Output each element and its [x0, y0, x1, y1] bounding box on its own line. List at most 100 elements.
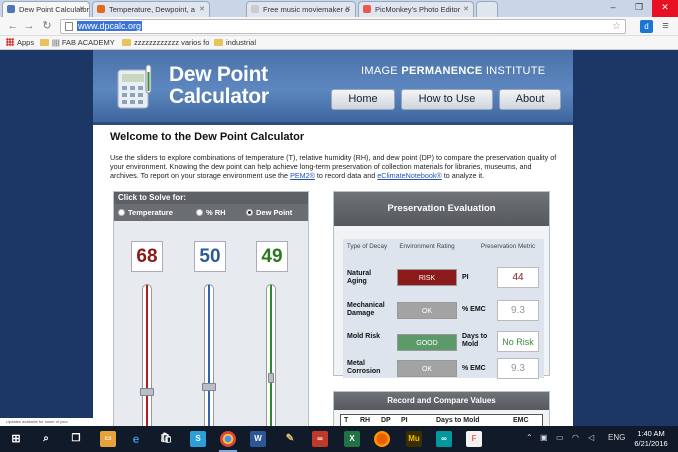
arduino-icon[interactable]: ∞	[436, 431, 452, 447]
address-bar[interactable]: www.dpcalc.org ☆	[60, 19, 626, 34]
firefox-icon[interactable]	[374, 431, 390, 447]
update-notification[interactable]: Updates available for some of your	[0, 418, 93, 426]
chrome-icon[interactable]	[220, 431, 236, 447]
metal-corrosion-rating: OK	[397, 360, 457, 377]
close-window-icon[interactable]: ✕	[652, 0, 678, 17]
bookmark-varios[interactable]: zzzzzzzzzzzz varios fo	[122, 38, 209, 47]
battery-icon[interactable]: ▭	[556, 433, 564, 442]
record-heading: Record and Compare Values	[334, 392, 549, 410]
file-explorer-icon[interactable]: ▭	[100, 431, 116, 447]
temperature-slider-thumb[interactable]	[140, 388, 154, 396]
search-icon[interactable]: ⌕	[38, 431, 54, 447]
solve-dew-point-radio[interactable]: Dew Point	[246, 208, 292, 217]
volume-icon[interactable]: ◁	[588, 433, 594, 442]
new-tab-button[interactable]	[476, 1, 498, 17]
mold-risk-rating: GOOD	[397, 334, 457, 351]
mold-risk-metric: No Risk	[497, 331, 539, 352]
calculator-logo-icon	[117, 64, 152, 109]
dew-point-fill	[270, 285, 272, 426]
network-icon[interactable]: ▣	[540, 433, 548, 442]
store-icon[interactable]: 🛍	[158, 431, 174, 447]
page-content: Dew Point Calculator IMAGE PERMANENCE IN…	[93, 50, 573, 426]
fusion-icon[interactable]: F	[466, 431, 482, 447]
tab-dew-point-calculator[interactable]: Dew Point Calculator ✕	[2, 1, 90, 17]
site-logo-title[interactable]: Dew Point Calculator	[169, 64, 269, 108]
rh-slider-track[interactable]	[204, 284, 214, 426]
nav-home-button[interactable]: Home	[331, 89, 395, 110]
metal-corrosion-metric-label: % EMC	[462, 365, 486, 372]
metal-corrosion-metric: 9.3	[497, 358, 539, 379]
record-col-t: T	[344, 417, 349, 424]
close-tab-icon[interactable]: ✕	[79, 5, 85, 13]
picmonkey-favicon-icon	[363, 5, 371, 13]
close-tab-icon[interactable]: ✕	[345, 5, 351, 13]
minimize-icon[interactable]: –	[600, 0, 626, 17]
mechanical-damage-metric: 9.3	[497, 300, 539, 321]
evaluation-table: Type of Decay Environment Rating Preserv…	[343, 239, 544, 379]
rh-slider-thumb[interactable]	[202, 383, 216, 391]
windows-taskbar: ⊞ ⌕ ❐ ▭ e 🛍 S W ✎ ∞ X Mu ∞ F ⌃ ▣ ▭ ◠ ◁ E…	[0, 426, 678, 452]
institute-name[interactable]: IMAGE PERMANENCE INSTITUTE	[361, 65, 545, 77]
bookmark-star-icon[interactable]: ☆	[612, 20, 621, 33]
temperature-slider-track[interactable]	[142, 284, 152, 426]
record-col-rh: RH	[360, 417, 371, 424]
solver-panel: Click to Solve for: Temperature % RH Dew…	[113, 191, 309, 426]
dew-point-slider-thumb[interactable]	[268, 373, 274, 383]
natural-aging-metric: 44	[497, 267, 539, 288]
solve-temperature-radio[interactable]: Temperature	[118, 208, 173, 217]
site-header: Dew Point Calculator IMAGE PERMANENCE IN…	[93, 50, 573, 122]
paint-icon[interactable]: ✎	[282, 431, 298, 447]
tab-picmonkey[interactable]: PicMonkey's Photo Editor ✕	[358, 1, 474, 17]
system-clock[interactable]: 1:40 AM 6/21/2016	[631, 429, 671, 449]
word-icon[interactable]: W	[250, 431, 266, 447]
folder-icon	[40, 39, 49, 46]
language-indicator[interactable]: ENG	[608, 433, 625, 442]
close-tab-icon[interactable]: ✕	[199, 5, 205, 13]
tab-temperature-dewpoint[interactable]: Temperature, Dewpoint, a ✕	[92, 1, 210, 17]
page-favicon-icon	[251, 5, 259, 13]
extension-d-icon[interactable]: d	[640, 20, 653, 33]
skype-icon[interactable]: S	[190, 431, 206, 447]
back-arrow-icon[interactable]: ←	[6, 20, 20, 33]
tab-free-music-moviemaker[interactable]: Free music moviemaker o ✕	[246, 1, 356, 17]
forward-arrow-icon[interactable]: →	[22, 20, 36, 33]
temperature-value: 68	[131, 241, 163, 272]
close-tab-icon[interactable]: ✕	[463, 5, 469, 13]
apps-grid-icon	[6, 38, 14, 46]
chrome-menu-icon[interactable]: ≡	[659, 20, 672, 33]
muse-icon[interactable]: Mu	[406, 431, 422, 447]
edge-icon[interactable]: e	[128, 431, 144, 447]
reload-icon[interactable]: ↻	[40, 20, 54, 33]
browser-toolbar: ← → ↻ www.dpcalc.org ☆ d ≡	[0, 17, 678, 36]
tray-expand-icon[interactable]: ⌃	[526, 433, 533, 442]
rh-fill	[208, 285, 210, 426]
folder-icon	[122, 39, 131, 46]
eclimatenotebook-link[interactable]: eClimateNotebook®	[377, 171, 441, 180]
maximize-icon[interactable]: ❐	[626, 0, 652, 17]
dpc-favicon-icon	[7, 5, 15, 13]
bookmark-apps[interactable]: Apps	[6, 38, 34, 47]
bookmarks-bar: Apps |||| FAB ACADEMY zzzzzzzzzzzz vario…	[0, 36, 678, 50]
record-col-dp: DP	[381, 417, 391, 424]
page-title: Welcome to the Dew Point Calculator	[110, 131, 305, 143]
mold-risk-metric-label: Days to Mold	[462, 333, 488, 348]
solve-rh-radio[interactable]: % RH	[196, 208, 226, 217]
nav-how-to-use-button[interactable]: How to Use	[401, 89, 493, 110]
col-preservation-metric: Preservation Metric	[480, 243, 536, 250]
dew-point-slider-track[interactable]	[266, 284, 276, 426]
excel-icon[interactable]: X	[344, 431, 360, 447]
pem2-link[interactable]: PEM2®	[290, 171, 315, 180]
evaluation-heading: Preservation Evaluation	[334, 192, 549, 226]
wifi-icon[interactable]: ◠	[572, 433, 579, 442]
nav-about-button[interactable]: About	[499, 89, 561, 110]
radio-selected-icon	[246, 209, 253, 216]
task-view-icon[interactable]: ❐	[68, 431, 84, 447]
tab-bar: Dew Point Calculator ✕ Temperature, Dewp…	[0, 0, 678, 17]
bookmark-industrial[interactable]: industrial	[214, 38, 256, 47]
bookmark-fab-academy[interactable]: |||| FAB ACADEMY	[40, 38, 115, 47]
creative-cloud-icon[interactable]: ∞	[312, 431, 328, 447]
windows-start-icon[interactable]: ⊞	[8, 431, 24, 447]
page-info-icon[interactable]	[65, 22, 73, 31]
record-col-emc: EMC	[513, 417, 529, 424]
mechanical-damage-rating: OK	[397, 302, 457, 319]
